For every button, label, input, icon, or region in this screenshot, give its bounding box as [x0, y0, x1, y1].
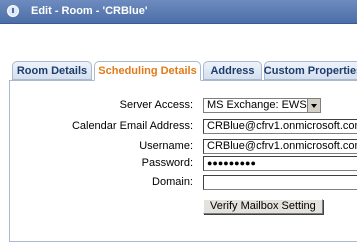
username-field[interactable]: CRBlue@cfrv1.onmicrosoft.com	[203, 139, 357, 154]
tab-address[interactable]: Address	[203, 61, 262, 80]
username-label: Username:	[139, 140, 193, 152]
server-access-select[interactable]: MS Exchange: EWS	[203, 98, 321, 113]
tab-custom-properties[interactable]: Custom Properties	[264, 61, 357, 80]
calendar-email-field[interactable]: CRBlue@cfrv1.onmicrosoft.com	[203, 119, 357, 134]
password-label: Password:	[141, 157, 193, 169]
chevron-down-icon[interactable]	[307, 99, 320, 112]
window-title: Edit - Room - 'CRBlue'	[31, 5, 148, 17]
domain-field[interactable]	[203, 175, 357, 190]
info-icon	[7, 5, 19, 17]
domain-label: Domain:	[152, 176, 193, 188]
server-access-value: MS Exchange: EWS	[207, 99, 307, 111]
window-title-bar: Edit - Room - 'CRBlue'	[0, 0, 357, 24]
server-access-label: Server Access:	[119, 99, 193, 111]
tab-room-details[interactable]: Room Details	[12, 61, 92, 80]
verify-mailbox-button[interactable]: Verify Mailbox Setting	[203, 199, 323, 214]
calendar-email-label: Calendar Email Address:	[71, 120, 193, 132]
tab-scheduling-details[interactable]: Scheduling Details	[94, 61, 201, 81]
password-field[interactable]: ●●●●●●●●●	[203, 156, 357, 171]
